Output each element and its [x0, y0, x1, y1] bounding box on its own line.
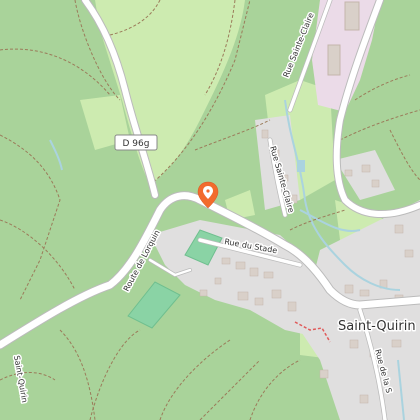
place-label-saint-quirin: Saint-Quirin [338, 319, 416, 334]
map-pin-dot [206, 189, 210, 193]
road-shield-label: D 96g [123, 139, 150, 149]
pond [297, 160, 305, 172]
building [344, 1, 360, 31]
road-shield: D 96g [114, 134, 158, 151]
map-view[interactable]: Route de Lorquin Rue du Stade Rue Sainte… [0, 0, 420, 420]
map-canvas: Route de Lorquin Rue du Stade Rue Sainte… [0, 0, 420, 420]
building [327, 44, 341, 76]
